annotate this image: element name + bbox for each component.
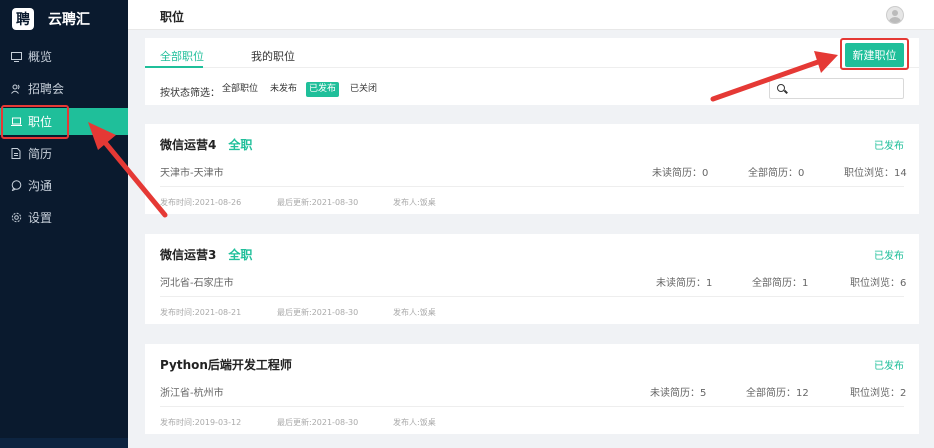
annotation-arrow-nav xyxy=(100,137,168,218)
annotation-arrowhead-nav xyxy=(88,122,116,150)
annotation-arrows xyxy=(88,51,838,218)
annotation-arrow-button xyxy=(710,59,821,102)
annotation-arrowhead-button xyxy=(814,51,838,73)
